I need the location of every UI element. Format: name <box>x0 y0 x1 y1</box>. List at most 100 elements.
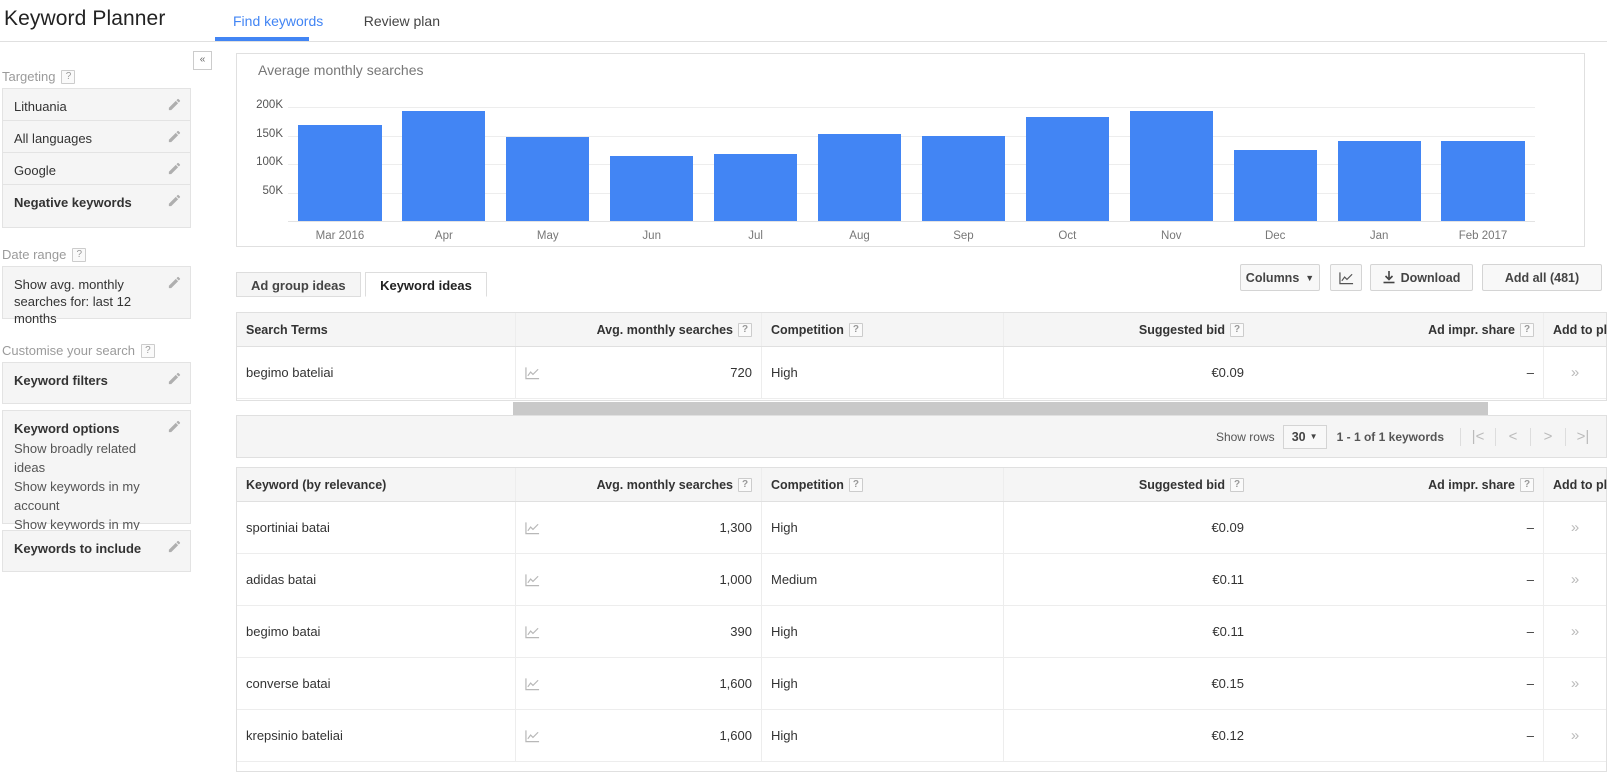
pencil-icon[interactable] <box>167 129 182 144</box>
tab-review-plan[interactable]: Review plan <box>346 11 458 31</box>
cell-ad-impr-share: – <box>1526 728 1534 743</box>
help-icon[interactable]: ? <box>738 477 752 492</box>
add-to-plan-button[interactable]: » <box>1543 554 1606 605</box>
chart-bar[interactable] <box>1337 141 1421 221</box>
download-button-label: Download <box>1400 270 1461 285</box>
cell-suggested-bid: €0.09 <box>1003 502 1253 553</box>
chart-x-tick: May <box>536 230 559 242</box>
pencil-icon[interactable] <box>167 371 182 386</box>
last-page-button[interactable]: >| <box>1566 428 1600 445</box>
pencil-icon[interactable] <box>167 161 182 176</box>
tab-find-keywords[interactable]: Find keywords <box>215 11 341 31</box>
prev-page-button[interactable]: < <box>1496 428 1530 445</box>
help-icon[interactable]: ? <box>72 247 87 262</box>
help-icon[interactable]: ? <box>848 477 863 492</box>
help-icon[interactable]: ? <box>61 69 76 84</box>
sparkline-icon[interactable] <box>525 521 540 535</box>
chart-bar[interactable] <box>921 135 1006 221</box>
table-horizontal-scrollbar[interactable] <box>237 402 1606 415</box>
sidebar-card-negative-keywords[interactable]: Negative keywords <box>2 184 191 228</box>
chart-bar[interactable] <box>817 133 902 221</box>
download-button[interactable]: Download <box>1370 264 1473 291</box>
sparkline-icon[interactable] <box>525 573 540 587</box>
help-icon[interactable]: ? <box>140 343 155 358</box>
help-icon[interactable]: ? <box>848 322 863 337</box>
table-row[interactable]: begimo batai 390 High €0.11 –» <box>237 606 1606 658</box>
sparkline-icon[interactable] <box>525 677 540 691</box>
cell-avg-monthly-searches-value: 390 <box>730 624 752 639</box>
help-icon[interactable]: ? <box>1230 322 1244 337</box>
chart-bar[interactable] <box>298 125 382 221</box>
pencil-icon[interactable] <box>167 193 182 208</box>
tab-keyword-ideas[interactable]: Keyword ideas <box>365 272 487 297</box>
col-suggested-bid[interactable]: Suggested bid ? <box>1003 468 1253 501</box>
add-to-plan-button[interactable]: » <box>1543 606 1606 657</box>
search-terms-table: Search Terms Avg. monthly searches ? Com… <box>236 312 1607 401</box>
table-row[interactable]: begimo bateliai 720 High €0.09 – » <box>237 347 1606 399</box>
sparkline-icon[interactable] <box>525 366 540 380</box>
col-avg-monthly-searches[interactable]: Avg. monthly searches ? <box>515 313 761 346</box>
graph-view-button[interactable] <box>1330 264 1362 291</box>
ideas-tabs: Ad group ideas Keyword ideas <box>236 272 487 297</box>
col-competition[interactable]: Competition ? <box>761 468 1003 501</box>
pencil-icon[interactable] <box>167 275 182 290</box>
keyword-option-in-my-account[interactable]: Show keywords in my account <box>14 477 160 515</box>
chart-bar[interactable] <box>506 136 590 221</box>
tab-ad-group-ideas[interactable]: Ad group ideas <box>236 272 361 297</box>
pencil-icon[interactable] <box>167 97 182 112</box>
pencil-icon[interactable] <box>167 539 182 554</box>
sidebar-card-keywords-to-include-label: Keywords to include <box>14 541 142 556</box>
rows-per-page-select[interactable]: 30 ▼ <box>1282 424 1327 449</box>
sidebar-card-keyword-filters[interactable]: Keyword filters <box>2 362 191 404</box>
chart-bar[interactable] <box>1129 111 1213 221</box>
table-row[interactable]: krepsinio bateliai 1,600 High €0.12 –» <box>237 710 1606 762</box>
chart-bar[interactable] <box>1441 141 1525 221</box>
col-competition[interactable]: Competition ? <box>761 313 1003 346</box>
table-row[interactable]: converse batai 1,600 High €0.15 –» <box>237 658 1606 710</box>
cell-keyword: adidas batai <box>246 572 317 587</box>
chart-y-tick: 100K <box>256 156 283 169</box>
chart-x-tick: Aug <box>849 230 870 242</box>
col-suggested-bid[interactable]: Suggested bid ? <box>1003 313 1253 346</box>
add-to-plan-button[interactable]: » <box>1543 347 1606 398</box>
pencil-icon[interactable] <box>167 419 182 434</box>
col-ad-impr-share[interactable]: Ad impr. share ? <box>1253 313 1543 346</box>
sidebar-card-keyword-options[interactable]: Keyword options Show broadly related ide… <box>2 410 191 570</box>
sparkline-icon[interactable] <box>525 729 540 743</box>
chart-x-tick: Mar 2016 <box>315 230 365 242</box>
col-ad-impr-share[interactable]: Ad impr. share ? <box>1253 468 1543 501</box>
col-search-terms[interactable]: Search Terms <box>237 313 515 346</box>
average-monthly-searches-chart: Average monthly searches 200K 150K 100K 50K… <box>236 53 1585 247</box>
add-to-plan-button[interactable]: » <box>1543 658 1606 709</box>
keyword-option-broadly-related[interactable]: Show broadly related ideas <box>14 439 160 477</box>
chart-bar[interactable] <box>1233 149 1317 221</box>
chart-bar[interactable] <box>610 155 694 221</box>
next-page-button[interactable]: > <box>1531 428 1565 445</box>
help-icon[interactable]: ? <box>1520 477 1534 492</box>
cell-competition: High <box>761 710 1003 761</box>
table-row[interactable]: adidas batai 1,000 Medium €0.11 –» <box>237 554 1606 606</box>
help-icon[interactable]: ? <box>1520 322 1534 337</box>
keyword-ideas-rows: sportiniai batai 1,300 High €0.09–» adidas b… <box>237 502 1606 762</box>
columns-button[interactable]: Columns ▼ <box>1240 264 1320 291</box>
help-icon[interactable]: ? <box>1230 477 1244 492</box>
chart-bar[interactable] <box>402 111 486 221</box>
cell-keyword: krepsinio bateliai <box>246 728 343 743</box>
table-horizontal-scrollbar-thumb[interactable] <box>513 402 1488 415</box>
col-keyword-by-relevance[interactable]: Keyword (by relevance) <box>237 468 515 501</box>
sidebar-collapse-button[interactable]: « <box>193 51 212 70</box>
col-avg-monthly-searches[interactable]: Avg. monthly searches ? <box>515 468 761 501</box>
chart-bar[interactable] <box>714 154 798 221</box>
sidebar-card-date-range[interactable]: Show avg. monthly searches for: last 12 … <box>2 266 191 326</box>
sidebar-card-keywords-to-include[interactable]: Keywords to include <box>2 530 191 572</box>
sidebar: Targeting ? Lithuania All languages Goog… <box>0 42 214 772</box>
add-to-plan-button[interactable]: » <box>1543 502 1606 553</box>
sparkline-icon[interactable] <box>525 625 540 639</box>
cell-avg-monthly-searches: 1,000 <box>515 554 761 605</box>
chart-bar[interactable] <box>1025 116 1109 221</box>
help-icon[interactable]: ? <box>738 322 752 337</box>
add-all-button[interactable]: Add all (481) <box>1482 264 1602 291</box>
add-to-plan-button[interactable]: » <box>1543 710 1606 761</box>
first-page-button[interactable]: |< <box>1461 428 1495 445</box>
table-row[interactable]: sportiniai batai 1,300 High €0.09 –» <box>237 502 1606 554</box>
